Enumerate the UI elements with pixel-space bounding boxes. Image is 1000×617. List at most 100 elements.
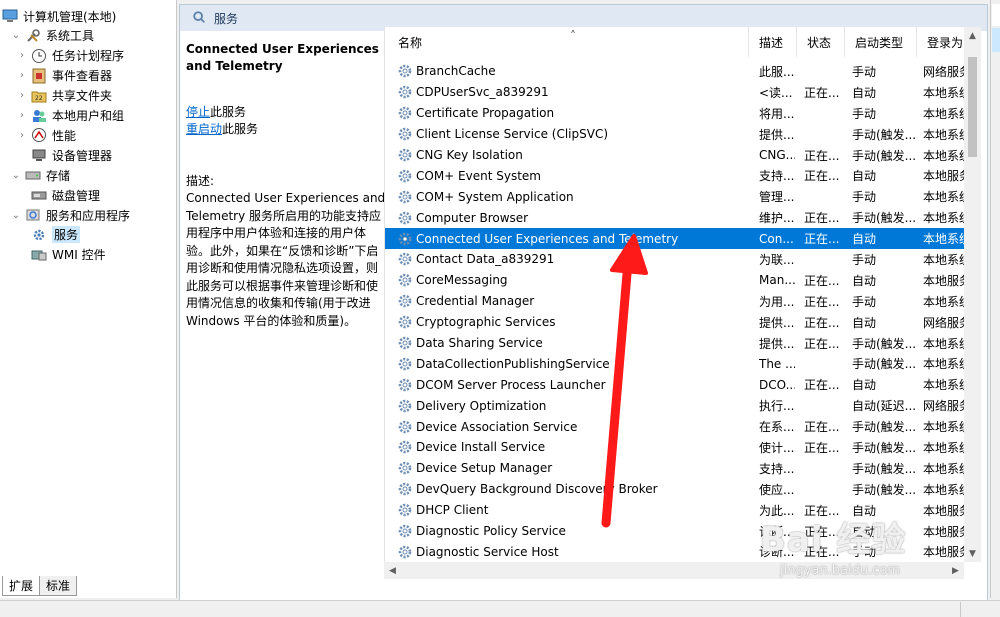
tree-item[interactable]: ⌄ 系统工具 <box>10 26 94 46</box>
tree-item[interactable]: WMI 控件 <box>16 245 106 265</box>
service-name: Certificate Propagation <box>416 106 555 121</box>
service-row[interactable]: CDPUserSvc_a839291 <读... 正在... 自动 本地系统 <box>385 82 975 103</box>
service-gear-icon <box>397 251 413 267</box>
page-title: 服务 <box>214 11 239 26</box>
service-row[interactable]: Data Sharing Service 提供... 正在... 手动(触发... 本地… <box>385 333 975 354</box>
tree-item-label: 服务 <box>52 226 81 244</box>
tree-item[interactable]: › 事件查看器 <box>16 66 112 86</box>
collapse-chevron-icon[interactable]: ⌄ <box>10 210 22 221</box>
expand-chevron-icon[interactable]: › <box>16 50 28 61</box>
column-header-startup[interactable]: 启动类型 <box>845 27 917 57</box>
column-header-state[interactable]: 状态 <box>797 27 845 57</box>
service-name-cell: Diagnostic Service Host <box>385 544 747 560</box>
restart-service-link[interactable]: 重启动 <box>186 122 222 136</box>
service-name-cell: CDPUserSvc_a839291 <box>385 84 747 100</box>
service-startup-type: 手动 <box>852 294 877 309</box>
service-description: 提供... <box>759 127 795 142</box>
service-row[interactable]: Device Association Service 在系... 正在... 手动(触… <box>385 416 975 437</box>
expand-chevron-icon[interactable]: › <box>16 130 28 141</box>
service-status: 正在... <box>804 336 840 351</box>
navigation-tree[interactable]: 计算机管理(本地) ⌄ 系统工具 › 任务计划程序 › 事件查看器 › 22 共享文件夹 › 本地用户… <box>0 0 177 598</box>
service-description: 将用... <box>759 106 795 121</box>
tree-item-label: WMI 控件 <box>52 248 106 263</box>
tree-item[interactable]: › 任务计划程序 <box>16 46 124 66</box>
service-description: 使计... <box>759 440 795 455</box>
service-startup-type: 自动 <box>852 273 877 288</box>
tree-item[interactable]: › 22 共享文件夹 <box>16 86 112 106</box>
service-row[interactable]: COM+ Event System 支持... 正在... 自动 本地服务 <box>385 165 975 186</box>
service-row[interactable]: Client License Service (ClipSVC) 提供... 手动(… <box>385 124 975 145</box>
service-row[interactable]: Connected User Experiences and Telemetry… <box>385 228 975 250</box>
collapse-chevron-icon[interactable]: ⌄ <box>10 30 22 41</box>
service-name: COM+ Event System <box>416 168 541 183</box>
services-list[interactable]: 名称 描述 状态 启动类型 登录为 ˄ BranchCache 此服... 手动 网络… <box>384 27 975 563</box>
service-row[interactable]: Credential Manager 为用... 正在... 手动 本地系统 <box>385 291 975 312</box>
service-row[interactable]: Cryptographic Services 提供... 正在... 自动 网络服务 <box>385 312 975 333</box>
expand-chevron-icon[interactable]: › <box>16 110 28 121</box>
service-description: The ... <box>759 356 795 371</box>
service-description: 为联... <box>759 252 795 267</box>
expand-chevron-icon[interactable]: › <box>16 70 28 81</box>
service-row[interactable]: Certificate Propagation 将用... 手动 本地系统 <box>385 103 975 124</box>
actions-pane-edge <box>990 0 1000 598</box>
column-header-desc[interactable]: 描述 <box>749 27 797 57</box>
service-row[interactable]: DevQuery Background Discovery Broker 使应..… <box>385 479 975 500</box>
column-header-name[interactable]: 名称 <box>385 27 749 57</box>
description-label: 描述: <box>186 174 215 188</box>
status-bar <box>0 600 1000 617</box>
service-row[interactable]: CNG Key Isolation CNG... 正在... 手动(触发... 本地系统 <box>385 145 975 166</box>
service-name-cell: Client License Service (ClipSVC) <box>385 126 747 142</box>
service-gear-icon <box>397 210 413 226</box>
service-row[interactable]: Contact Data_a839291 为联... 手动 本地系统 <box>385 249 975 270</box>
service-gear-icon <box>397 523 413 539</box>
service-status: 正在... <box>804 211 840 226</box>
service-row[interactable]: DCOM Server Process Launcher DCO... 正在... 自… <box>385 374 975 395</box>
service-row[interactable]: Device Setup Manager 支持... 手动(触发... 本地系统 <box>385 458 975 479</box>
actions-pane-header <box>992 4 1000 26</box>
service-row[interactable]: Delivery Optimization 执行... 自动(延迟... 网络服务 <box>385 395 975 416</box>
scroll-down-button[interactable]: ▼ <box>964 545 981 562</box>
service-description: 维护... <box>759 211 795 226</box>
scroll-left-button[interactable]: ◀ <box>384 562 401 579</box>
tree-item[interactable]: 磁盘管理 <box>16 185 100 205</box>
tree-item[interactable]: 服务 <box>16 225 81 245</box>
performance-icon <box>31 127 47 143</box>
column-header-row: 名称 描述 状态 启动类型 登录为 <box>385 27 975 57</box>
service-name: Device Install Service <box>416 440 546 455</box>
service-description: Con... <box>759 231 794 246</box>
tree-item[interactable]: ⌄ 存储 <box>10 165 70 185</box>
tree-item[interactable]: 计算机管理(本地) <box>2 6 116 26</box>
watermark: Bai 经验 jingyan.baidu.com <box>760 512 960 602</box>
service-gear-icon <box>397 189 413 205</box>
service-description: 管理... <box>759 190 795 205</box>
tree-item[interactable]: › 性能 <box>16 125 76 145</box>
vertical-scroll-thumb[interactable] <box>968 57 977 157</box>
stop-service-suffix: 此服务 <box>210 105 247 119</box>
tree-item-label: 服务和应用程序 <box>46 208 131 223</box>
expand-chevron-icon[interactable]: › <box>16 90 28 101</box>
tree-item[interactable]: ⌄ 服务和应用程序 <box>10 205 130 225</box>
scroll-up-button[interactable]: ▲ <box>964 27 981 44</box>
service-row[interactable]: COM+ System Application 管理... 手动 本地系统 <box>385 186 975 207</box>
service-name-cell: CoreMessaging <box>385 272 747 288</box>
service-name: Contact Data_a839291 <box>416 252 555 267</box>
stop-service-link[interactable]: 停止 <box>186 105 210 119</box>
tree-item[interactable]: › 本地用户和组 <box>16 106 124 126</box>
service-row[interactable]: CoreMessaging Man... 正在... 自动 本地服务 <box>385 270 975 291</box>
collapse-chevron-icon[interactable]: ⌄ <box>10 170 22 181</box>
service-name-cell: CNG Key Isolation <box>385 147 747 163</box>
tab-extended[interactable]: 扩展 <box>2 576 41 596</box>
service-name: Data Sharing Service <box>416 336 543 351</box>
service-row[interactable]: Device Install Service 使计... 正在... 手动(触发...… <box>385 437 975 458</box>
vertical-scrollbar[interactable]: ▲ ▼ <box>964 27 981 562</box>
service-name: Cryptographic Services <box>416 315 556 330</box>
service-row[interactable]: Computer Browser 维护... 正在... 手动(触发... 本地系统 <box>385 207 975 228</box>
tab-standard[interactable]: 标准 <box>39 576 78 596</box>
watermark-logo: Bai 经验 <box>760 520 907 560</box>
service-row[interactable]: DataCollectionPublishingService The ... 手动… <box>385 353 975 374</box>
event-viewer-icon <box>31 68 47 84</box>
actions-pane-item[interactable] <box>992 28 1000 52</box>
service-status: 正在... <box>804 294 840 309</box>
tree-item[interactable]: 设备管理器 <box>16 145 112 165</box>
service-row[interactable]: BranchCache 此服... 手动 网络服务 <box>385 61 975 82</box>
